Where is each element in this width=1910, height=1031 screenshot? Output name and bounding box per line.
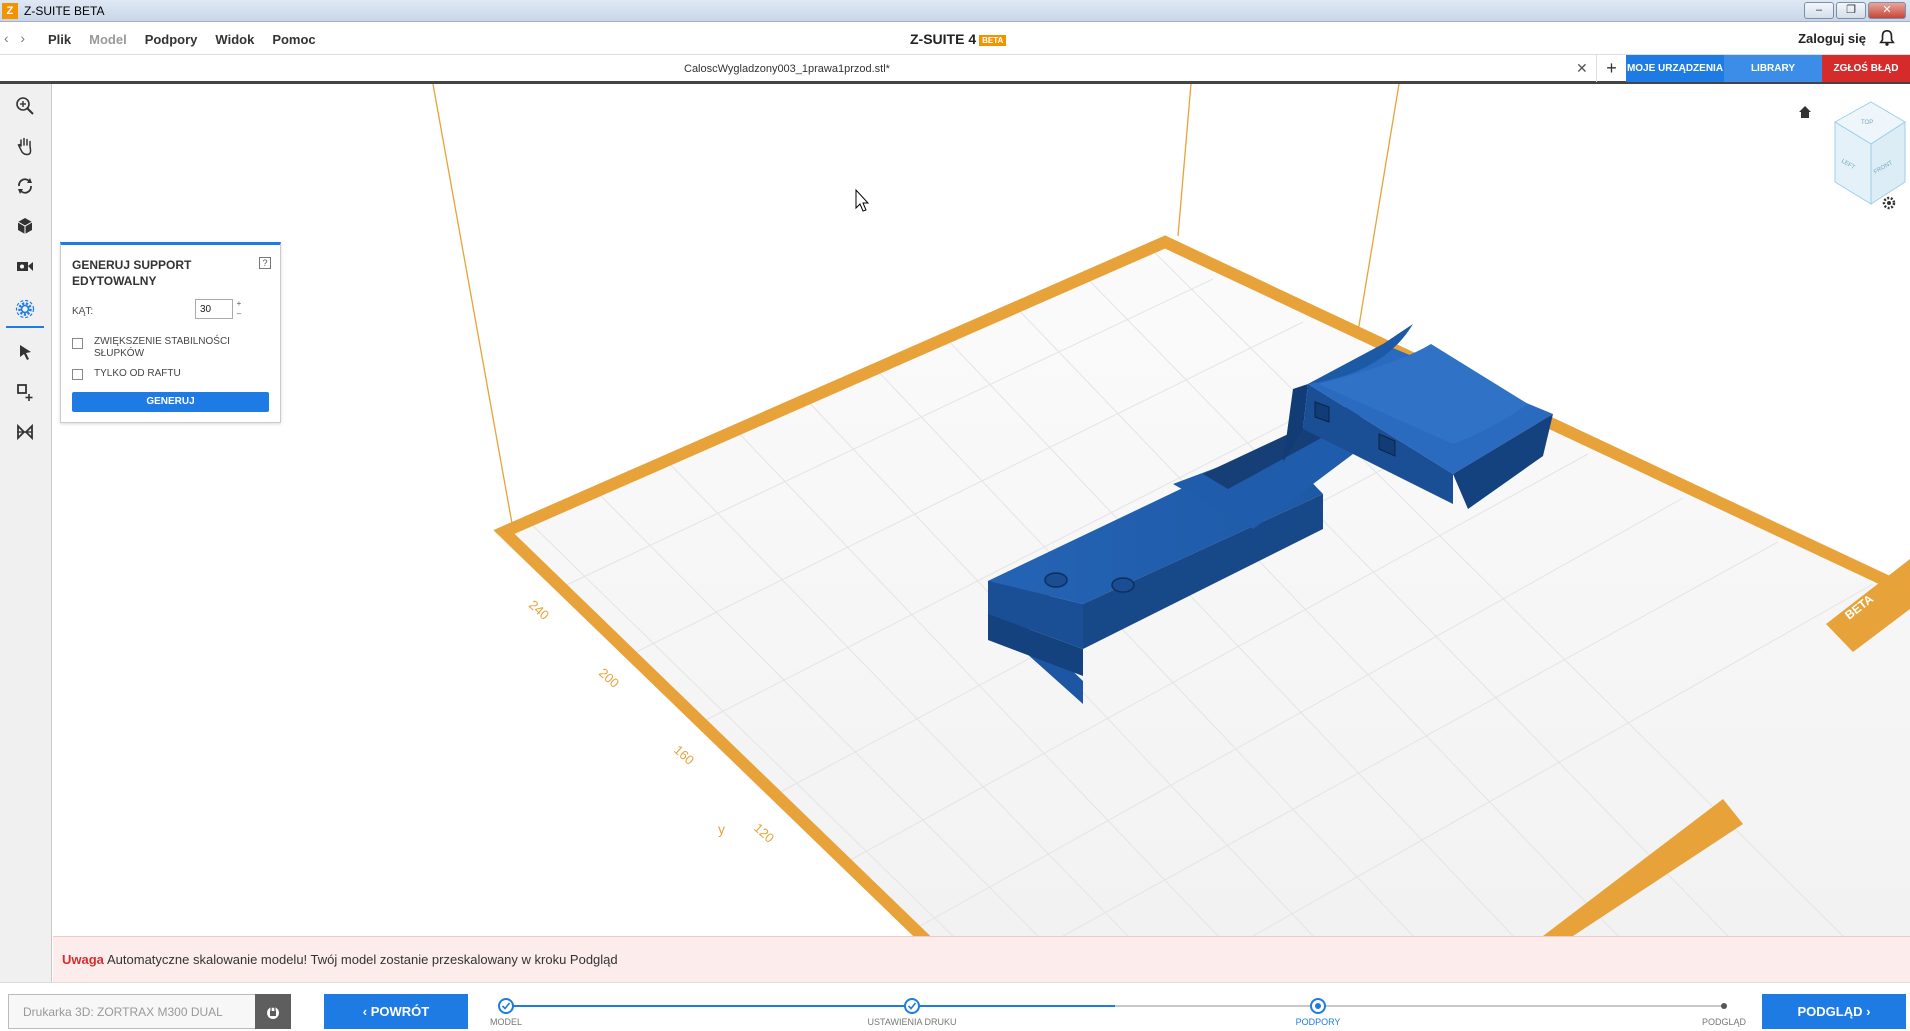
step-settings-marker[interactable] bbox=[904, 998, 920, 1014]
report-bug-button[interactable]: ZGŁOŚ BŁĄD bbox=[1822, 55, 1910, 82]
printer-placeholder: Drukarka 3D: ZORTRAX M300 DUAL bbox=[23, 1005, 223, 1019]
warning-text: Automatyczne skalowanie modelu! Twój mod… bbox=[107, 952, 618, 967]
back-button-label: POWRÓT bbox=[370, 1004, 430, 1019]
step-label-model: MODEL bbox=[489, 1017, 522, 1027]
step-label-supports: PODPORY bbox=[1295, 1017, 1341, 1027]
close-tab-icon[interactable]: ✕ bbox=[1576, 60, 1588, 77]
menu-item-plik[interactable]: Plik bbox=[48, 32, 71, 47]
rotate-icon bbox=[18, 178, 32, 194]
pan-tool[interactable] bbox=[6, 128, 44, 164]
step-supports-marker[interactable] bbox=[1310, 998, 1326, 1014]
app-logo-icon: Z bbox=[2, 3, 18, 19]
lock-button[interactable] bbox=[255, 994, 291, 1029]
mirror-icon bbox=[17, 423, 33, 441]
generate-support-panel: GENERUJ SUPPORT EDYTOWALNY ? KĄT: +– ZWI… bbox=[60, 242, 281, 423]
mirror-tool[interactable] bbox=[6, 414, 44, 450]
beta-badge: BETA bbox=[979, 34, 1007, 46]
gear-icon bbox=[15, 299, 35, 319]
step-model-marker[interactable] bbox=[498, 998, 514, 1014]
warning-bar: Uwaga Automatyczne skalowanie modelu! Tw… bbox=[53, 936, 1910, 982]
support-generator-tool[interactable] bbox=[6, 292, 44, 328]
library-button[interactable]: LIBRARY bbox=[1724, 55, 1822, 82]
camera-tool[interactable] bbox=[6, 248, 44, 284]
minimize-button[interactable]: – bbox=[1804, 2, 1834, 19]
menu-item-widok[interactable]: Widok bbox=[215, 32, 254, 47]
close-window-button[interactable]: ✕ bbox=[1868, 2, 1906, 19]
main-menu: Plik Model Podpory Widok Pomoc bbox=[48, 32, 334, 47]
camera-icon bbox=[17, 262, 33, 271]
brand-title: Z-SUITE 4 BETA bbox=[910, 31, 1007, 47]
help-icon[interactable]: ? bbox=[259, 257, 271, 269]
bell-icon[interactable] bbox=[1878, 29, 1896, 47]
nav-arrows: ‹ › bbox=[4, 30, 25, 46]
stability-checkbox[interactable] bbox=[72, 338, 83, 349]
login-link[interactable]: Zaloguj się bbox=[1798, 31, 1866, 46]
angle-input[interactable] bbox=[195, 299, 233, 319]
step-progress bbox=[505, 1005, 1725, 1007]
my-devices-button[interactable]: MOJE URZĄDZENIA bbox=[1626, 55, 1724, 82]
left-toolbar bbox=[0, 84, 52, 982]
lock-icon bbox=[267, 1005, 279, 1019]
forward-arrow-icon[interactable]: › bbox=[20, 30, 25, 46]
menu-bar: ‹ › Plik Model Podpory Widok Pomoc Z-SUI… bbox=[0, 22, 1910, 54]
printer-selector[interactable]: Drukarka 3D: ZORTRAX M300 DUAL bbox=[8, 994, 256, 1029]
menu-item-pomoc[interactable]: Pomoc bbox=[272, 32, 315, 47]
step-preview-marker[interactable] bbox=[1721, 1003, 1727, 1009]
bottom-bar: Drukarka 3D: ZORTRAX M300 DUAL ‹ POWRÓT … bbox=[0, 982, 1910, 1031]
view-cube-tool[interactable] bbox=[6, 208, 44, 244]
scene-canvas: 240 200 160 120 y BETA TOP LEFT FRONT bbox=[53, 84, 1910, 936]
title-bar: Z Z-SUITE BETA – ❐ ✕ bbox=[0, 0, 1910, 22]
rotate-tool[interactable] bbox=[6, 168, 44, 204]
svg-text:TOP: TOP bbox=[1861, 120, 1873, 126]
zoom-icon bbox=[16, 97, 34, 115]
raft-only-checkbox[interactable] bbox=[72, 369, 83, 380]
file-tab[interactable]: CaloscWygladzony003_1prawa1przod.stl* bbox=[684, 63, 890, 75]
angle-label: KĄT: bbox=[72, 306, 94, 317]
add-tab-button[interactable]: + bbox=[1596, 55, 1626, 82]
stability-label: ZWIĘKSZENIE STABILNOŚCI SŁUPKÓW bbox=[94, 336, 230, 359]
add-support-tool[interactable] bbox=[6, 374, 44, 410]
panel-title: GENERUJ SUPPORT EDYTOWALNY bbox=[72, 258, 192, 288]
window-controls: – ❐ ✕ bbox=[1804, 2, 1906, 19]
menu-item-model[interactable]: Model bbox=[89, 32, 127, 47]
view-cube[interactable]: TOP LEFT FRONT bbox=[1834, 101, 1906, 205]
zoom-tool[interactable] bbox=[6, 88, 44, 124]
restore-button[interactable]: ❐ bbox=[1836, 2, 1866, 19]
menu-item-podpory[interactable]: Podpory bbox=[145, 32, 198, 47]
progress-fill bbox=[505, 1005, 1115, 1007]
axis-label-y: y bbox=[718, 821, 725, 837]
cursor-icon bbox=[20, 345, 31, 360]
3d-viewport[interactable]: 240 200 160 120 y BETA TOP LEFT FRONT GE… bbox=[53, 84, 1910, 936]
angle-stepper[interactable]: + – bbox=[234, 299, 244, 319]
window-title: Z-SUITE BETA bbox=[24, 4, 105, 18]
raft-only-label: TYLKO OD RAFTU bbox=[94, 368, 181, 379]
step-label-settings: USTAWIENIA DRUKU bbox=[867, 1017, 957, 1027]
select-tool[interactable] bbox=[6, 334, 44, 370]
warning-label: Uwaga bbox=[62, 952, 104, 967]
preview-button[interactable]: PODGLĄD › bbox=[1762, 994, 1906, 1029]
brand-name: Z-SUITE 4 bbox=[910, 31, 977, 47]
tab-bar: CaloscWygladzony003_1prawa1przod.stl* ✕ … bbox=[0, 54, 1910, 84]
add-support-icon bbox=[17, 384, 33, 401]
hand-icon bbox=[17, 137, 32, 156]
cube-icon bbox=[17, 218, 33, 234]
back-arrow-icon[interactable]: ‹ bbox=[4, 30, 9, 46]
preview-button-label: PODGLĄD bbox=[1797, 1004, 1863, 1019]
generate-button[interactable]: GENERUJ bbox=[72, 392, 269, 412]
